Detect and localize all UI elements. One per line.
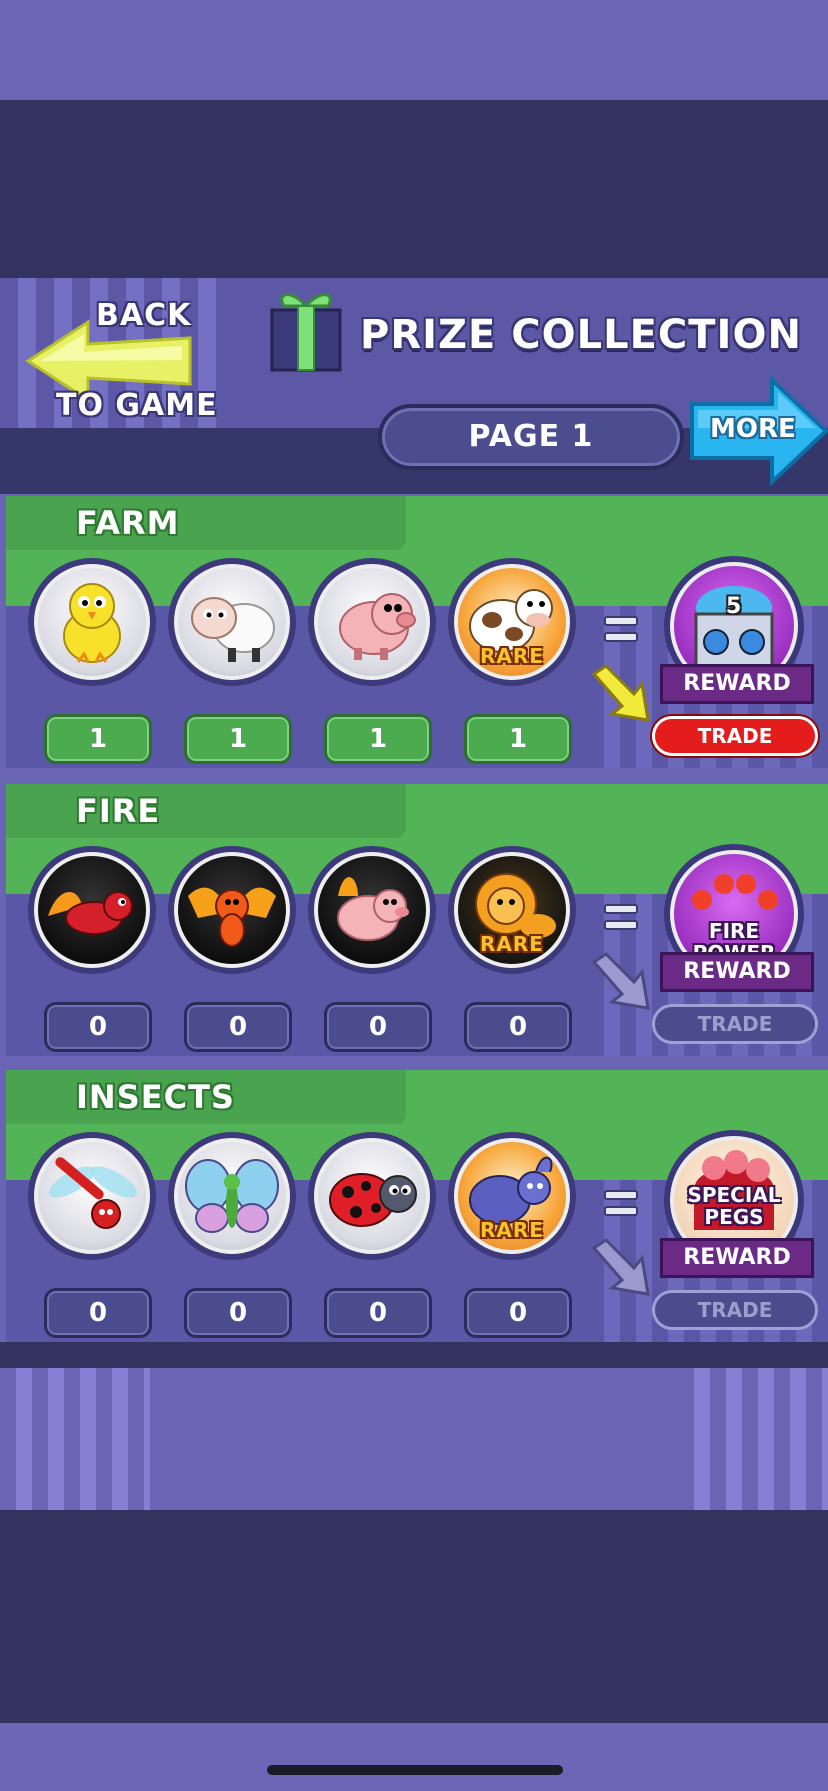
bottom-spacer bbox=[0, 1510, 828, 1723]
row-tab bbox=[6, 496, 406, 550]
reward-text-line1: FIRE bbox=[708, 919, 760, 943]
trade-button[interactable]: TRADE bbox=[652, 1290, 818, 1330]
collection-title: INSECTS bbox=[76, 1078, 235, 1116]
ladybug-icon bbox=[329, 1173, 417, 1227]
equals-icon bbox=[604, 1190, 638, 1224]
collection-fire: FIRE RARE 0 0 0 0 FIRE REWARD TRADE bbox=[6, 784, 828, 1056]
rare-label: RARE bbox=[480, 1218, 544, 1242]
reward-banner: REWARD bbox=[660, 952, 814, 992]
butterfly-icon bbox=[185, 1159, 279, 1233]
prize-fire-pig[interactable] bbox=[308, 846, 436, 974]
item-count: 1 bbox=[464, 714, 572, 764]
reward-banner: REWARD bbox=[660, 664, 814, 704]
item-count: 0 bbox=[464, 1288, 572, 1338]
item-count: 0 bbox=[184, 1288, 292, 1338]
rare-label: RARE bbox=[480, 932, 544, 956]
collection-farm: FARM RARE 1 1 1 1 5 REWARD TRADE bbox=[6, 496, 828, 768]
row-tab bbox=[6, 784, 406, 838]
collection-insects: INSECTS RARE 0 0 0 0 SPECIAL PEGS REWARD… bbox=[6, 1070, 828, 1342]
item-count: 0 bbox=[44, 1002, 152, 1052]
equals-icon bbox=[604, 904, 638, 938]
item-count: 0 bbox=[324, 1288, 432, 1338]
prize-sheep[interactable] bbox=[168, 558, 296, 686]
more-label: MORE bbox=[710, 414, 796, 444]
item-count: 0 bbox=[324, 1002, 432, 1052]
prize-ladybug[interactable] bbox=[308, 1132, 436, 1260]
footer-divider bbox=[0, 1342, 828, 1368]
reward-count-badge: 5 bbox=[726, 594, 742, 619]
equals-icon bbox=[604, 616, 638, 650]
item-count: 1 bbox=[324, 714, 432, 764]
item-count: 1 bbox=[44, 714, 152, 764]
item-count: 1 bbox=[184, 714, 292, 764]
gift-icon bbox=[270, 293, 342, 372]
prize-beetle[interactable]: RARE bbox=[448, 1132, 576, 1260]
reward-text-line2: PEGS bbox=[704, 1205, 764, 1229]
prize-butterfly[interactable] bbox=[168, 1132, 296, 1260]
sheep-icon bbox=[191, 597, 275, 662]
fire-lizard-icon bbox=[48, 891, 133, 935]
prize-phoenix[interactable] bbox=[168, 846, 296, 974]
chick-icon bbox=[63, 583, 121, 663]
back-label-bottom: TO GAME bbox=[56, 388, 218, 423]
item-count: 0 bbox=[464, 1002, 572, 1052]
rare-label: RARE bbox=[480, 644, 544, 668]
item-count: 0 bbox=[44, 1288, 152, 1338]
prize-cow[interactable]: RARE bbox=[448, 558, 576, 686]
reward-text-line1: SPECIAL bbox=[687, 1183, 781, 1207]
collection-title: FIRE bbox=[76, 792, 161, 830]
back-label-top: BACK bbox=[96, 298, 192, 333]
prize-dragonfly[interactable] bbox=[28, 1132, 156, 1260]
prize-fire-lion[interactable]: RARE bbox=[448, 846, 576, 974]
prize-pig[interactable] bbox=[308, 558, 436, 686]
prize-chick[interactable] bbox=[28, 558, 156, 686]
prize-fire-lizard[interactable] bbox=[28, 846, 156, 974]
reward-banner: REWARD bbox=[660, 1238, 814, 1278]
down-right-arrow-icon bbox=[591, 1238, 650, 1296]
footer-stripes-left bbox=[0, 1368, 150, 1510]
home-indicator[interactable] bbox=[267, 1765, 563, 1775]
footer-stripes-right bbox=[678, 1368, 828, 1510]
page-title: PRIZE COLLECTION bbox=[360, 312, 802, 358]
top-bar bbox=[0, 0, 828, 100]
pig-icon bbox=[339, 593, 416, 660]
fire-pig-icon bbox=[337, 877, 409, 941]
dragonfly-icon bbox=[48, 1157, 138, 1229]
item-count: 0 bbox=[184, 1002, 292, 1052]
more-button[interactable]: MORE bbox=[690, 375, 828, 487]
trade-button[interactable]: TRADE bbox=[652, 716, 818, 756]
back-to-game-button[interactable]: BACK TO GAME bbox=[24, 296, 224, 428]
collection-title: FARM bbox=[76, 504, 180, 542]
down-right-arrow-icon bbox=[591, 664, 650, 722]
trade-button[interactable]: TRADE bbox=[652, 1004, 818, 1044]
bottom-bar bbox=[0, 1723, 828, 1791]
phoenix-icon bbox=[188, 887, 276, 947]
top-spacer bbox=[0, 100, 828, 278]
page-indicator: PAGE 1 bbox=[378, 404, 684, 470]
down-right-arrow-icon bbox=[591, 952, 650, 1010]
